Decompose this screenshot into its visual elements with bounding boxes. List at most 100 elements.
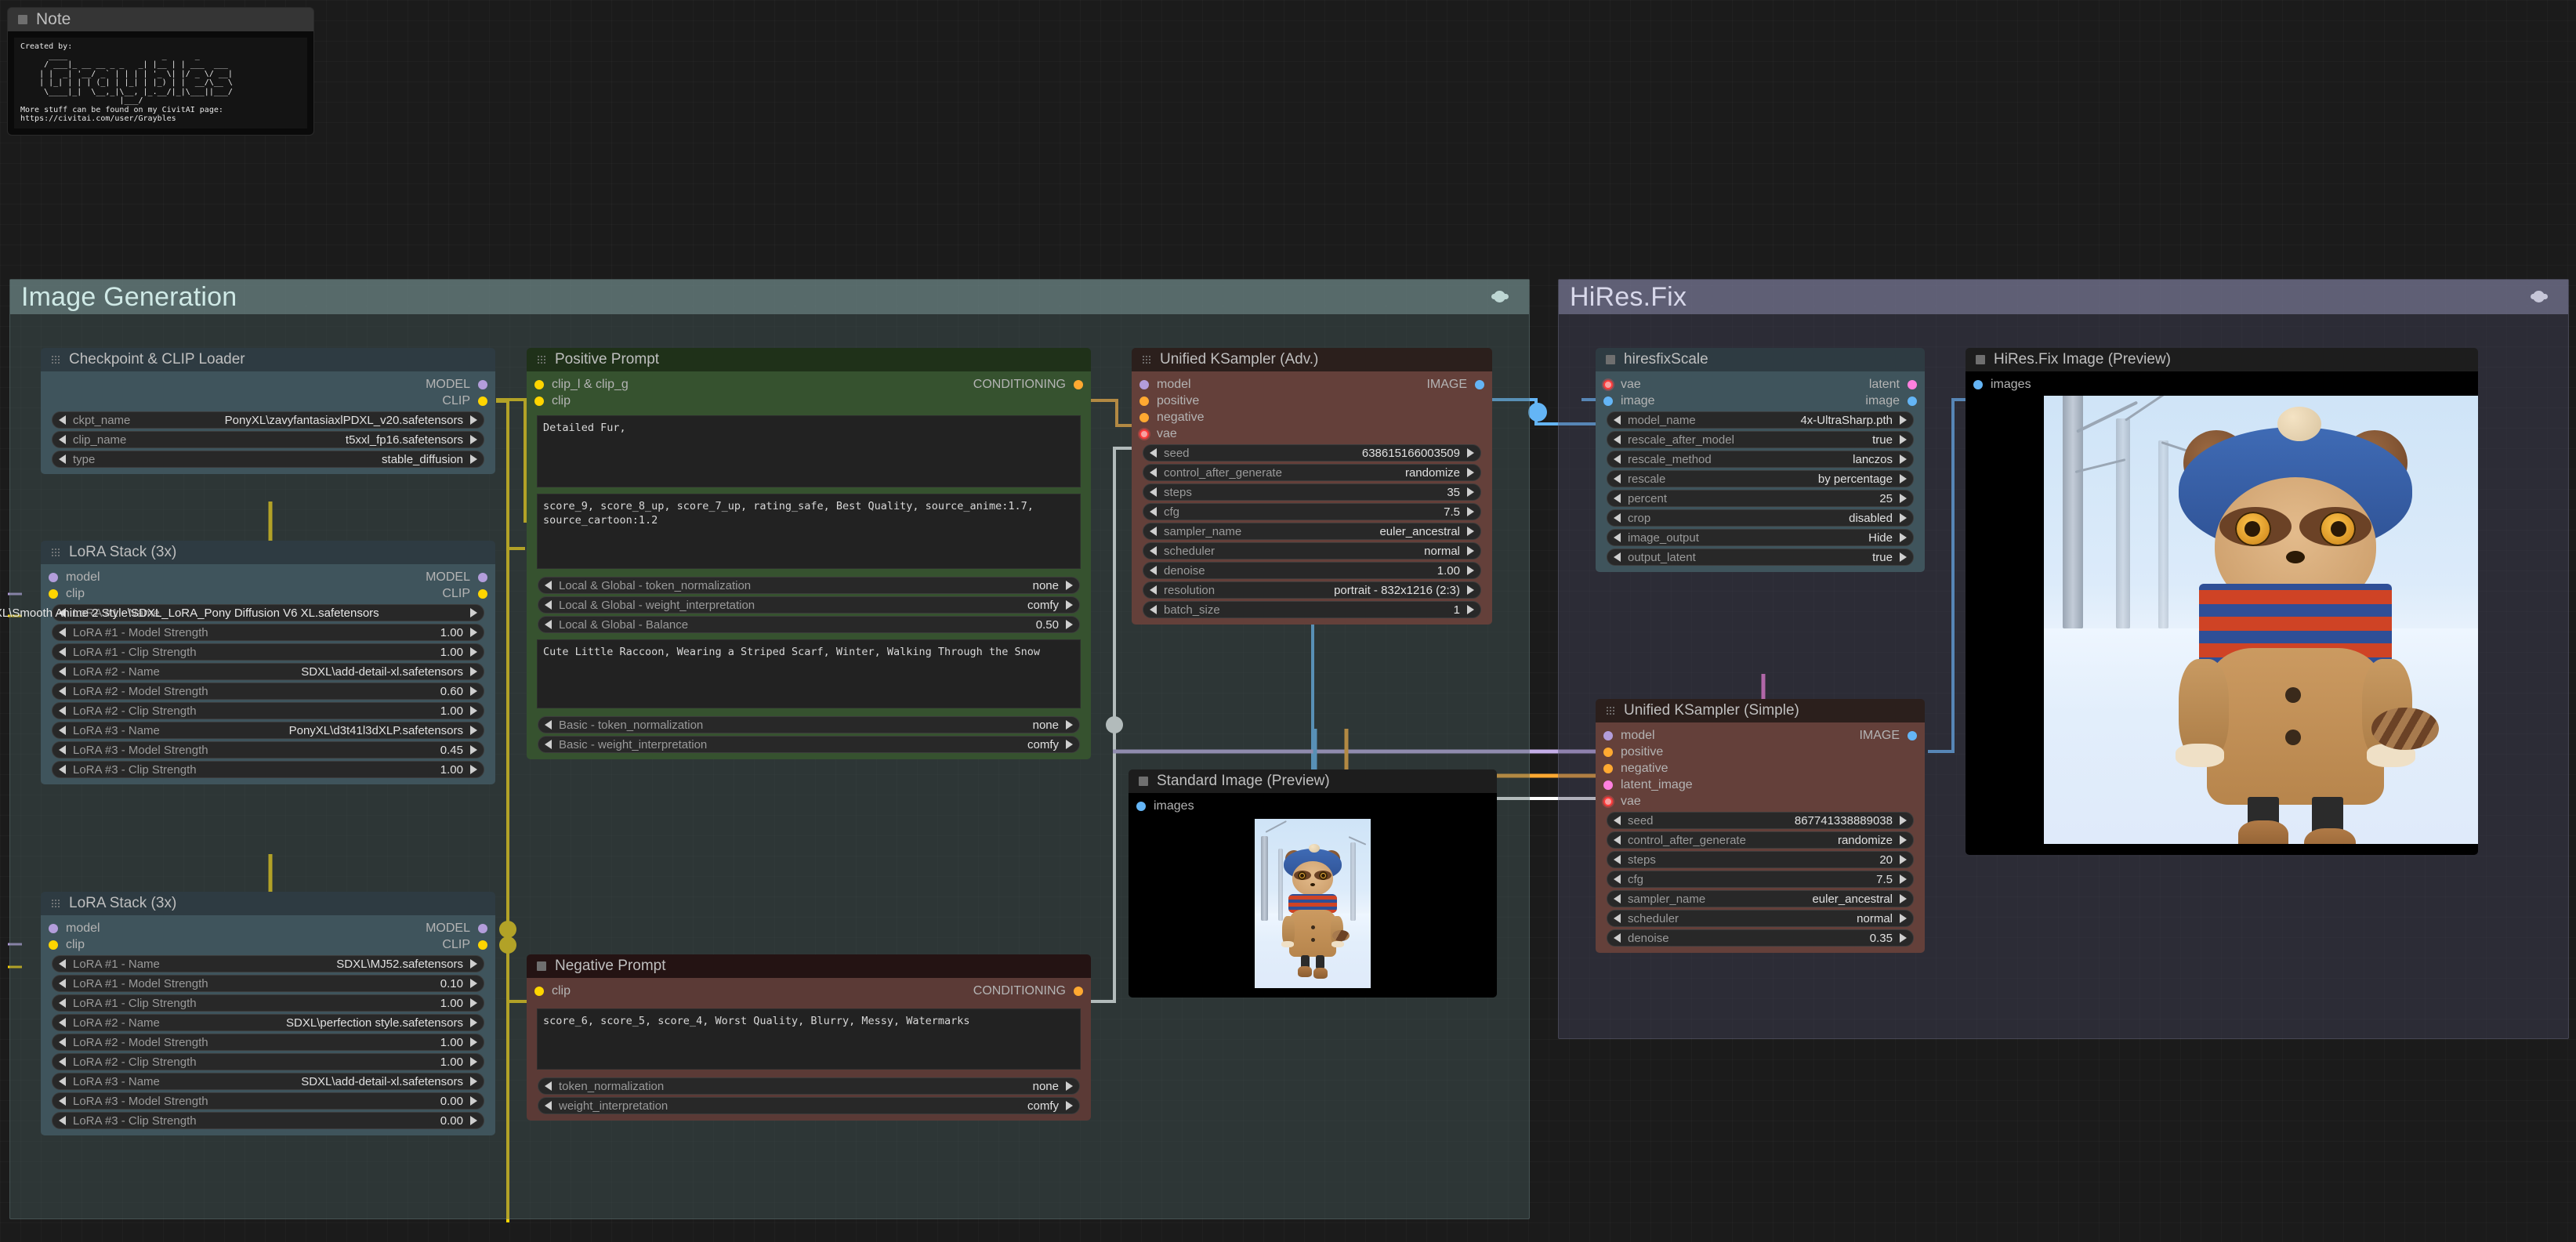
- decrement-arrow-icon[interactable]: [1150, 566, 1157, 575]
- node-title-bar[interactable]: Negative Prompt: [527, 954, 1091, 978]
- model-port-dot[interactable]: [49, 923, 58, 933]
- widget-lora1-name[interactable]: LoRA #1 - Name SDXL\Smooth Anime 2 Style…: [0, 604, 484, 621]
- collapse-icon[interactable]: [1976, 355, 1985, 364]
- increment-arrow-icon[interactable]: [1900, 474, 1907, 483]
- increment-arrow-icon[interactable]: [1467, 468, 1474, 477]
- decrement-arrow-icon[interactable]: [1614, 533, 1621, 542]
- port-row-latent-image[interactable]: latent_image: [1596, 777, 1925, 793]
- clip-port-dot[interactable]: [478, 396, 487, 406]
- model-port-dot[interactable]: [478, 379, 487, 389]
- node-unified-ksampler-simple[interactable]: Unified KSampler (Simple) model IMAGE po…: [1596, 699, 1925, 953]
- increment-arrow-icon[interactable]: [1066, 600, 1073, 610]
- increment-arrow-icon[interactable]: [470, 706, 477, 715]
- port-row-model[interactable]: model MODEL: [41, 569, 495, 585]
- port-row-positive[interactable]: positive: [1132, 393, 1492, 409]
- port-row-clip[interactable]: clip CLIP: [41, 585, 495, 602]
- model-port-dot[interactable]: [478, 572, 487, 582]
- increment-arrow-icon[interactable]: [1066, 581, 1073, 590]
- collapse-icon[interactable]: [1606, 355, 1615, 364]
- collapse-icon[interactable]: [537, 961, 546, 971]
- node-note[interactable]: Note Created by: ____ _ _ / ___|_ __ __ …: [8, 8, 313, 135]
- group-collapse-icon[interactable]: [1491, 291, 1518, 303]
- increment-arrow-icon[interactable]: [470, 1057, 477, 1066]
- vae-port-dot[interactable]: [1603, 796, 1613, 806]
- negative-prompt-textarea[interactable]: score_6, score_5, score_4, Worst Quality…: [537, 1008, 1081, 1070]
- widget-type[interactable]: type stable_diffusion: [52, 451, 484, 468]
- decrement-arrow-icon[interactable]: [1150, 448, 1157, 458]
- decrement-arrow-icon[interactable]: [59, 647, 66, 657]
- decrement-arrow-icon[interactable]: [1150, 468, 1157, 477]
- increment-arrow-icon[interactable]: [470, 1096, 477, 1106]
- node-unified-ksampler-adv[interactable]: Unified KSampler (Adv.) model IMAGE posi…: [1132, 348, 1492, 625]
- model-port-dot[interactable]: [1603, 730, 1613, 740]
- decrement-arrow-icon[interactable]: [545, 740, 552, 749]
- widget-scheduler[interactable]: scheduler normal: [1143, 542, 1481, 559]
- increment-arrow-icon[interactable]: [1900, 835, 1907, 845]
- widget-rescale-after-model[interactable]: rescale_after_model true: [1607, 431, 1914, 448]
- widget-lora2-model-strength[interactable]: LoRA #2 - Model Strength 1.00: [52, 1034, 484, 1051]
- node-hiresfix-scale[interactable]: hiresfixScale vae latent image image mod…: [1596, 348, 1925, 572]
- port-row-clip[interactable]: clip CLIP: [41, 936, 495, 953]
- hires-preview-image[interactable]: [2044, 396, 2478, 844]
- increment-arrow-icon[interactable]: [1467, 507, 1474, 516]
- latent-port-dot[interactable]: [1908, 379, 1917, 389]
- increment-arrow-icon[interactable]: [1900, 914, 1907, 923]
- decrement-arrow-icon[interactable]: [59, 706, 66, 715]
- node-note-title[interactable]: Note: [8, 8, 313, 31]
- widget-basic-weight-interpretation[interactable]: Basic - weight_interpretation comfy: [538, 736, 1080, 753]
- widget-basic-token-normalization[interactable]: Basic - token_normalization none: [538, 716, 1080, 733]
- decrement-arrow-icon[interactable]: [545, 1081, 552, 1091]
- increment-arrow-icon[interactable]: [1066, 740, 1073, 749]
- increment-arrow-icon[interactable]: [1467, 566, 1474, 575]
- decrement-arrow-icon[interactable]: [59, 628, 66, 637]
- decrement-arrow-icon[interactable]: [59, 1018, 66, 1027]
- port-row-clip-l-g[interactable]: clip_l & clip_g CONDITIONING: [527, 376, 1091, 393]
- widget-percent[interactable]: percent 25: [1607, 490, 1914, 507]
- widget-model-name[interactable]: model_name 4x-UltraSharp.pth: [1607, 411, 1914, 429]
- increment-arrow-icon[interactable]: [470, 1077, 477, 1086]
- widget-local-global-token-normalization[interactable]: Local & Global - token_normalization non…: [538, 577, 1080, 594]
- decrement-arrow-icon[interactable]: [59, 686, 66, 696]
- port-row-negative[interactable]: negative: [1596, 760, 1925, 777]
- vae-port-dot[interactable]: [1603, 379, 1613, 389]
- decrement-arrow-icon[interactable]: [59, 998, 66, 1008]
- decrement-arrow-icon[interactable]: [59, 1037, 66, 1047]
- decrement-arrow-icon[interactable]: [1614, 454, 1621, 464]
- decrement-arrow-icon[interactable]: [59, 745, 66, 755]
- increment-arrow-icon[interactable]: [1467, 527, 1474, 536]
- widget-resolution[interactable]: resolution portrait - 832x1216 (2:3): [1143, 581, 1481, 599]
- clip-port-dot[interactable]: [478, 940, 487, 950]
- decrement-arrow-icon[interactable]: [1150, 585, 1157, 595]
- increment-arrow-icon[interactable]: [1900, 855, 1907, 864]
- widget-clip-name[interactable]: clip_name t5xxl_fp16.safetensors: [52, 431, 484, 448]
- model-port-dot[interactable]: [478, 923, 487, 933]
- widget-denoise[interactable]: denoise 1.00: [1143, 562, 1481, 579]
- increment-arrow-icon[interactable]: [1900, 816, 1907, 825]
- decrement-arrow-icon[interactable]: [545, 600, 552, 610]
- increment-arrow-icon[interactable]: [470, 454, 477, 464]
- increment-arrow-icon[interactable]: [470, 1037, 477, 1047]
- increment-arrow-icon[interactable]: [1467, 605, 1474, 614]
- increment-arrow-icon[interactable]: [470, 979, 477, 988]
- decrement-arrow-icon[interactable]: [59, 979, 66, 988]
- widget-weight-interpretation[interactable]: weight_interpretation comfy: [538, 1097, 1080, 1114]
- latent-port-dot[interactable]: [1603, 780, 1613, 790]
- increment-arrow-icon[interactable]: [1900, 435, 1907, 444]
- node-title-bar[interactable]: Checkpoint & CLIP Loader: [41, 348, 495, 371]
- widget-steps[interactable]: steps 20: [1607, 851, 1914, 868]
- increment-arrow-icon[interactable]: [470, 415, 477, 425]
- decrement-arrow-icon[interactable]: [545, 620, 552, 629]
- node-title-bar[interactable]: hiresfixScale: [1596, 348, 1925, 371]
- widget-lora3-model-strength[interactable]: LoRA #3 - Model Strength 0.00: [52, 1092, 484, 1110]
- drag-grip-icon[interactable]: [1142, 355, 1151, 364]
- node-lora-stack-2[interactable]: LoRA Stack (3x) model MODEL clip CLIP Lo…: [41, 892, 495, 1135]
- node-title-bar[interactable]: HiRes.Fix Image (Preview): [1966, 348, 2478, 371]
- decrement-arrow-icon[interactable]: [59, 1096, 66, 1106]
- increment-arrow-icon[interactable]: [470, 726, 477, 735]
- increment-arrow-icon[interactable]: [1467, 585, 1474, 595]
- widget-lora2-name[interactable]: LoRA #2 - Name SDXL\add-detail-xl.safete…: [52, 663, 484, 680]
- clip-port-dot[interactable]: [534, 986, 544, 996]
- decrement-arrow-icon[interactable]: [59, 1077, 66, 1086]
- decrement-arrow-icon[interactable]: [59, 415, 66, 425]
- widget-lora3-name[interactable]: LoRA #3 - Name PonyXL\d3t41l3dXLP.safete…: [52, 722, 484, 739]
